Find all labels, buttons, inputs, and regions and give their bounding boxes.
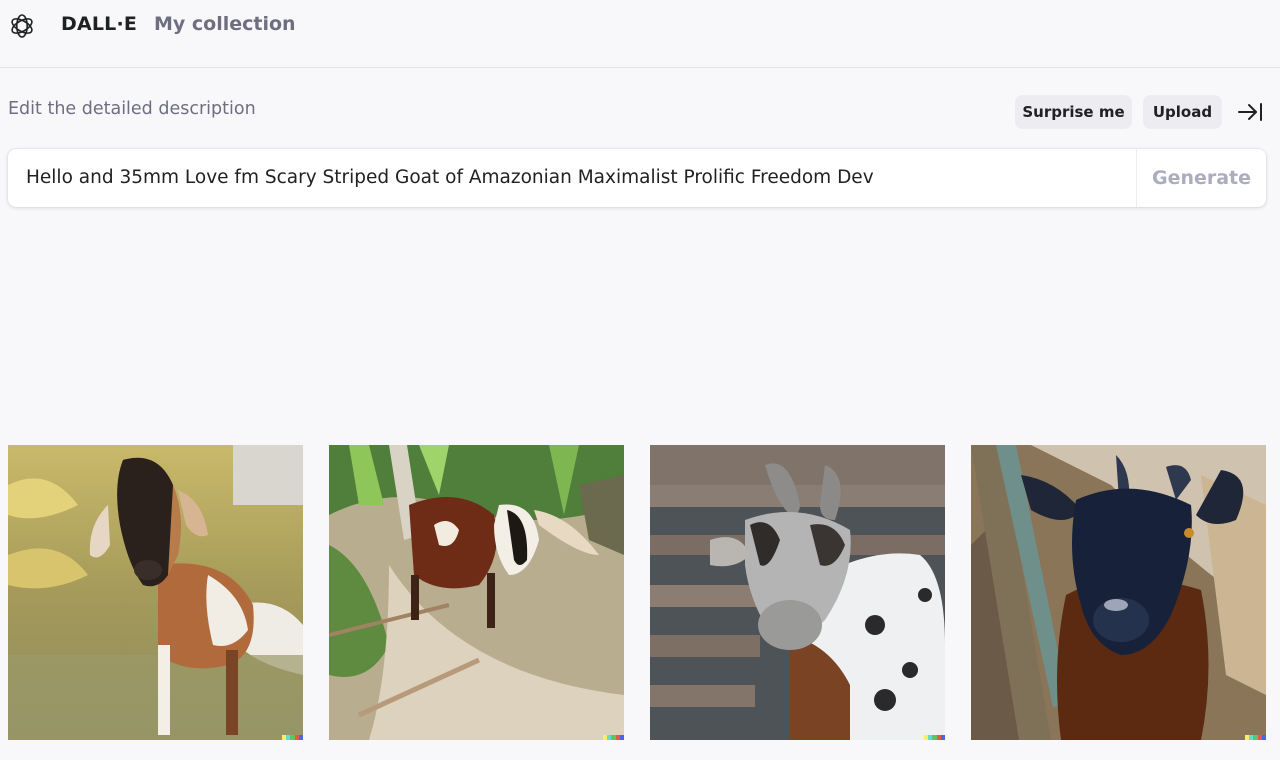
goat-image-2 (329, 445, 624, 740)
upload-button[interactable]: Upload (1143, 95, 1222, 129)
goat-image-4 (971, 445, 1266, 740)
result-image-1[interactable] (8, 445, 303, 740)
edit-description-label: Edit the detailed description (8, 99, 256, 119)
nav-my-collection[interactable]: My collection (154, 13, 296, 35)
generate-button[interactable]: Generate (1137, 149, 1266, 207)
generated-signature (1245, 735, 1266, 740)
surprise-me-button[interactable]: Surprise me (1015, 95, 1132, 129)
top-nav: DALL·E My collection (0, 0, 1280, 68)
goat-image-1 (8, 445, 303, 740)
result-image-4[interactable] (971, 445, 1266, 740)
prompt-input[interactable]: Hello and 35mm Love fm Scary Striped Goa… (8, 149, 1136, 207)
result-image-2[interactable] (329, 445, 624, 740)
brand-title[interactable]: DALL·E (61, 13, 137, 35)
prompt-box: Hello and 35mm Love fm Scary Striped Goa… (8, 149, 1266, 207)
openai-logo-icon[interactable] (8, 12, 36, 40)
collapse-sidebar-icon[interactable] (1236, 100, 1264, 124)
generated-signature (924, 735, 945, 740)
goat-image-3 (650, 445, 945, 740)
generated-signature (282, 735, 303, 740)
result-image-3[interactable] (650, 445, 945, 740)
generated-signature (603, 735, 624, 740)
